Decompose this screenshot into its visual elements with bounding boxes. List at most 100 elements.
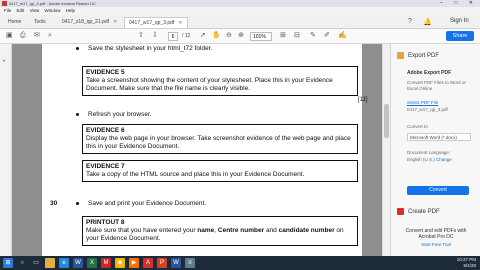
page-total: / 12 — [182, 33, 191, 39]
pdf-page: Save the stylesheet in your html_t72 fol… — [42, 44, 368, 256]
save-icon[interactable]: ▣ — [6, 32, 13, 40]
media-player-icon[interactable]: ▶ — [129, 258, 139, 268]
hand-tool-icon[interactable]: ✋ — [212, 32, 221, 40]
document-area: Save the stylesheet in your html_t72 fol… — [12, 44, 390, 256]
evidence-title: EVIDENCE 5 — [86, 69, 125, 76]
excel-icon[interactable]: X — [87, 258, 97, 268]
bullet-save-stylesheet: Save the stylesheet in your html_t72 fol… — [76, 45, 212, 52]
document-scrollbar[interactable] — [382, 44, 390, 256]
convert-button[interactable]: Convert — [407, 186, 469, 195]
tab-document-1[interactable]: 0417_s18_qp_21.pdf ✕ — [58, 17, 121, 28]
create-pdf-label: Create PDF — [408, 209, 440, 216]
bullet-text: Save and print your Evidence Document. — [88, 200, 207, 207]
acrobat-app-icon — [2, 1, 7, 6]
evidence-body: Take a screenshot showing the content of… — [86, 77, 333, 92]
windows-start-icon[interactable]: ⊞ — [3, 258, 13, 268]
powerpoint-icon[interactable]: P — [157, 258, 167, 268]
menu-file[interactable]: File — [4, 7, 11, 15]
start-free-trial-link[interactable]: Start Free Trial — [397, 242, 475, 247]
tab-home[interactable]: Home — [4, 17, 25, 28]
menu-help[interactable]: Help — [66, 7, 75, 15]
export-pdf-icon — [397, 52, 404, 59]
printout-body: Make sure that you have entered your nam… — [86, 227, 344, 242]
page-number-field[interactable]: 6 — [168, 32, 178, 41]
convert-to-select[interactable]: Microsoft Word (*.docx) — [407, 133, 471, 141]
fit-page-icon[interactable]: ⊞ — [280, 32, 286, 40]
word-2-icon[interactable]: W — [171, 258, 181, 268]
evidence-box-7: EVIDENCE 7 Take a copy of the HTML sourc… — [82, 160, 358, 182]
mcafee-icon[interactable]: M — [101, 258, 111, 268]
menu-view[interactable]: View — [30, 7, 40, 15]
tab-document-1-label: 0417_s18_qp_21.pdf — [62, 19, 109, 25]
evidence-body: Take a copy of the HTML source and place… — [86, 171, 305, 178]
bullet-text: Save the stylesheet in your html_t72 fol… — [88, 45, 213, 52]
scrollbar-thumb[interactable] — [384, 104, 389, 138]
tab-document-2-label: 0417_w17_qp_3.pdf — [129, 20, 175, 26]
printout-sep: and — [264, 227, 279, 234]
sign-in-button[interactable]: Sign In — [450, 18, 469, 24]
bullet-text: Refresh your browser. — [88, 111, 152, 118]
marks-label: [11] — [358, 97, 368, 103]
expand-left-pane-icon[interactable]: ▸ — [3, 58, 6, 64]
zoom-in-icon[interactable]: ⊕ — [238, 32, 244, 40]
tab-tools[interactable]: Tools — [30, 17, 50, 28]
file-explorer-icon[interactable] — [45, 258, 55, 268]
question-number: 30 — [50, 200, 58, 207]
sign-icon[interactable]: ✍ — [338, 32, 347, 40]
close-tab-icon[interactable]: ✕ — [178, 20, 182, 26]
change-language-link[interactable]: Change — [436, 157, 452, 162]
help-icon[interactable]: ? — [408, 18, 412, 25]
select-pdf-file-link[interactable]: Select PDF File — [407, 100, 438, 105]
bullet-refresh: Refresh your browser. — [76, 111, 152, 118]
close-tab-icon[interactable]: ✕ — [113, 19, 117, 25]
left-nav-pane: ▸ — [0, 44, 12, 256]
word-icon[interactable]: W — [73, 258, 83, 268]
evidence-title: EVIDENCE 6 — [86, 127, 125, 134]
tab-tools-label: Tools — [34, 19, 46, 25]
evidence-box-5: EVIDENCE 5 Take a screenshot showing the… — [82, 66, 358, 96]
menu-edit[interactable]: Edit — [17, 7, 25, 15]
search-icon[interactable]: ○ — [17, 258, 27, 268]
tab-home-label: Home — [8, 19, 22, 25]
page-down-icon[interactable]: ⇩ — [152, 32, 158, 40]
create-pdf-tool[interactable]: Create PDF — [397, 208, 440, 215]
email-icon[interactable]: ✉ — [34, 32, 40, 40]
comment-icon[interactable]: ✎ — [310, 32, 316, 40]
printout-centre: Centre number — [217, 227, 265, 234]
menu-window[interactable]: Window — [45, 7, 61, 15]
evidence-title: EVIDENCE 7 — [86, 163, 125, 170]
notification-bell-icon[interactable]: 🔔 — [423, 18, 432, 26]
tab-document-2[interactable]: 0417_w17_qp_3.pdf ✕ — [124, 17, 188, 28]
printout-title: PRINTOUT 8 — [86, 219, 125, 226]
window-controls[interactable]: – □ ✕ — [440, 0, 478, 7]
pro-promo-text: Convert and edit PDFs with Acrobat Pro D… — [405, 228, 467, 240]
edge-icon[interactable]: e — [59, 258, 69, 268]
tab-bar: Home Tools 0417_s18_qp_21.pdf ✕ 0417_w17_… — [0, 15, 480, 29]
convert-to-label: Convert to — [407, 124, 428, 129]
select-cursor-icon[interactable]: ➚ — [200, 32, 206, 40]
clock-date: 6/1/20 — [463, 263, 476, 268]
export-pdf-tool[interactable]: Export PDF — [397, 52, 439, 59]
zoom-out-icon[interactable]: ⊖ — [226, 32, 232, 40]
language-value: English (U.S.) — [407, 157, 435, 162]
system-clock[interactable]: 10:27 PM 6/1/20 — [430, 257, 476, 269]
export-pdf-label: Export PDF — [408, 53, 440, 60]
acrobat-icon[interactable]: A — [143, 258, 153, 268]
share-button[interactable]: Share — [446, 31, 474, 41]
search-icon[interactable]: ⌕ — [48, 32, 52, 40]
zoom-select[interactable]: 101% — [250, 32, 272, 41]
print-icon[interactable]: ⎙ — [20, 32, 26, 40]
create-pdf-icon — [397, 208, 404, 215]
chrome-icon[interactable]: ◉ — [115, 258, 125, 268]
language-row: English (U.S.) Change — [407, 157, 452, 163]
page-up-icon[interactable]: ⇧ — [138, 32, 144, 40]
printout-name: name — [197, 227, 215, 234]
task-view-icon[interactable]: ▭ — [31, 258, 41, 268]
scroll-mode-icon[interactable]: ⊟ — [294, 32, 300, 40]
document-language-label: Document Language: — [407, 150, 451, 155]
title-bar: 0417_w17_qp_3.pdf - Adobe Acrobat Reader… — [0, 0, 480, 7]
printout-box-8: PRINTOUT 8 Make sure that you have enter… — [82, 216, 358, 246]
taskbar: ⊞ ○ ▭ e W X M ◉ ▶ A P W ≡ 10:27 PM 6/1/2… — [0, 256, 480, 270]
notepad-icon[interactable]: ≡ — [185, 258, 195, 268]
highlight-icon[interactable]: ✐ — [324, 32, 330, 40]
